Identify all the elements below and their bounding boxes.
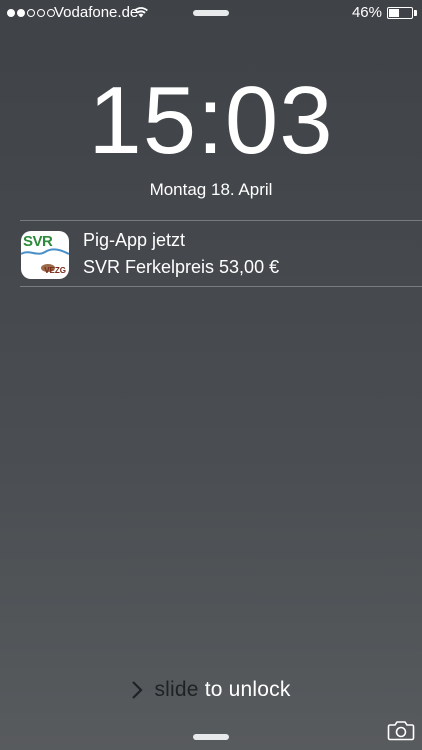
signal-dot	[7, 9, 15, 17]
battery-icon	[387, 7, 413, 19]
signal-dot	[27, 9, 35, 17]
notification-center-grabber[interactable]	[193, 10, 229, 16]
chevron-right-icon	[132, 681, 143, 699]
app-icon-subtext: VEZG	[44, 266, 66, 275]
signal-dot	[17, 9, 25, 17]
notification-divider-bottom	[20, 286, 422, 287]
battery-tip	[414, 10, 417, 16]
carrier-name: Vodafone.de	[54, 4, 139, 21]
svr-app-icon: SVR VEZG	[21, 231, 69, 279]
unlock-text-dark: slide	[154, 678, 199, 701]
battery-percentage: 46%	[351, 4, 382, 21]
notification-title: Pig-App jetzt	[83, 230, 186, 250]
unlock-text-light: to unlock	[204, 678, 291, 701]
signal-dot	[37, 9, 45, 17]
wave-icon	[21, 248, 69, 255]
notification-body: SVR Ferkelpreis 53,00 €	[83, 257, 280, 277]
notification-item[interactable]: SVR VEZG Pig-App jetzt SVR Ferkelpreis 5…	[20, 221, 422, 286]
slide-to-unlock[interactable]: slide to unlock	[0, 678, 422, 702]
battery-level-fill	[389, 9, 399, 17]
status-bar: Vodafone.de 46%	[0, 0, 422, 26]
lockscreen-clock: 15:03	[88, 67, 334, 174]
signal-strength-icon	[7, 9, 55, 17]
control-center-grabber[interactable]	[193, 734, 229, 740]
slide-to-unlock-label: slide to unlock	[154, 678, 290, 702]
lockscreen-date: Montag 18. April	[149, 180, 273, 199]
camera-icon[interactable]	[387, 719, 415, 741]
wifi-icon	[134, 7, 148, 18]
